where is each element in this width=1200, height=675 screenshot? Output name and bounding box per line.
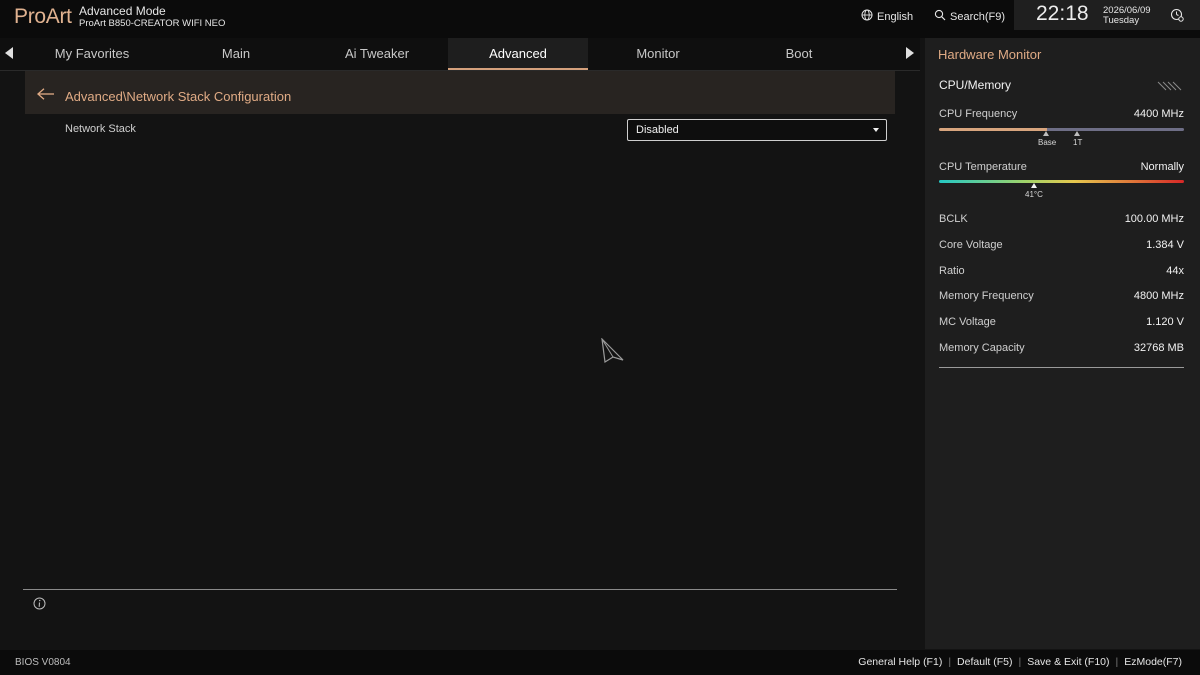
- ratio-label: Ratio: [939, 265, 965, 277]
- core-voltage-label: Core Voltage: [939, 239, 1003, 251]
- back-arrow-icon[interactable]: [37, 87, 55, 105]
- memory-capacity-label: Memory Capacity: [939, 342, 1025, 354]
- core-voltage-value: 1.384 V: [1146, 239, 1184, 251]
- network-stack-label: Network Stack: [65, 123, 136, 135]
- memory-frequency-label: Memory Frequency: [939, 290, 1034, 302]
- breadcrumb-bar: Advanced\Network Stack Configuration: [25, 71, 895, 114]
- mc-voltage-value: 1.120 V: [1146, 316, 1184, 328]
- default-button[interactable]: Default (F5): [957, 656, 1012, 668]
- 1t-marker-label: 1T: [1073, 138, 1083, 147]
- network-stack-value: Disabled: [636, 124, 679, 136]
- cpu-temperature-bar: [939, 180, 1184, 183]
- search-button[interactable]: Search(F9): [934, 9, 1005, 24]
- tab-my-favorites[interactable]: My Favorites: [22, 38, 162, 70]
- main-tabs: My Favorites Main Ai Tweaker Advanced Mo…: [0, 38, 920, 71]
- footer-separator: |: [1018, 656, 1022, 668]
- tab-advanced[interactable]: Advanced: [448, 38, 588, 70]
- proart-logo: ProArt: [14, 5, 72, 28]
- base-marker-icon: [1043, 131, 1049, 136]
- cpu-temperature-status: Normally: [1140, 161, 1184, 173]
- bottom-bar: BIOS V0804 General Help (F1) | Default (…: [0, 650, 1200, 675]
- search-label: Search(F9): [950, 10, 1006, 23]
- cpu-temperature-label: CPU Temperature: [939, 161, 1027, 173]
- chevron-down-icon: [873, 128, 879, 132]
- bios-version: BIOS V0804: [15, 657, 71, 668]
- weekday-text: Tuesday: [1103, 15, 1140, 26]
- main-panel: Advanced\Network Stack Configuration Net…: [0, 71, 920, 649]
- hardware-monitor-panel: Hardware Monitor CPU/Memory CPU Frequenc…: [925, 38, 1200, 649]
- ratio-value: 44x: [1166, 265, 1184, 277]
- base-marker-label: Base: [1038, 138, 1057, 147]
- motherboard-model: ProArt B850-CREATOR WIFI NEO: [79, 18, 226, 29]
- temperature-reading: 41°C: [1025, 190, 1043, 199]
- mc-voltage-label: MC Voltage: [939, 316, 996, 328]
- general-help-button[interactable]: General Help (F1): [858, 656, 942, 668]
- language-label: English: [877, 10, 914, 23]
- clock-panel: 22:18 2026/06/09 Tuesday: [1014, 0, 1200, 30]
- hardware-monitor-divider: [939, 367, 1184, 368]
- bclk-value: 100.00 MHz: [1124, 213, 1184, 225]
- clock-date: 2026/06/09 Tuesday: [1103, 6, 1151, 26]
- footer-separator: |: [1115, 656, 1119, 668]
- clock-settings-icon[interactable]: [1170, 8, 1184, 27]
- 1t-marker-icon: [1074, 131, 1080, 136]
- tab-monitor[interactable]: Monitor: [588, 38, 728, 70]
- temperature-marker-icon: [1031, 183, 1037, 188]
- breadcrumb: Advanced\Network Stack Configuration: [65, 89, 292, 104]
- tab-scroll-right-icon[interactable]: [906, 47, 914, 59]
- network-stack-dropdown[interactable]: Disabled: [627, 119, 887, 141]
- mode-title: Advanced Mode: [79, 4, 166, 18]
- footer-separator: |: [948, 656, 952, 668]
- tab-scroll-left-icon[interactable]: [5, 47, 13, 59]
- info-icon: [33, 597, 46, 615]
- top-bar: ProArt Advanced Mode ProArt B850-CREATOR…: [0, 0, 1200, 38]
- language-selector[interactable]: English: [861, 9, 913, 24]
- clock-time: 22:18: [1036, 2, 1089, 25]
- memory-capacity-value: 32768 MB: [1133, 342, 1184, 354]
- help-divider: [23, 589, 897, 590]
- search-icon: [934, 9, 946, 24]
- cpu-frequency-label: CPU Frequency: [939, 108, 1018, 120]
- mouse-cursor-icon: [600, 337, 626, 369]
- tab-ai-tweaker[interactable]: Ai Tweaker: [307, 38, 447, 70]
- ezmode-button[interactable]: EzMode(F7): [1124, 656, 1182, 668]
- footer-actions: General Help (F1) | Default (F5) | Save …: [858, 656, 1182, 668]
- bclk-label: BCLK: [939, 213, 968, 225]
- cpu-frequency-bar: [939, 128, 1184, 131]
- hardware-monitor-title: Hardware Monitor: [938, 47, 1042, 62]
- tab-main[interactable]: Main: [166, 38, 306, 70]
- cpu-memory-section-title: CPU/Memory: [939, 78, 1012, 92]
- globe-icon: [861, 9, 873, 24]
- save-exit-button[interactable]: Save & Exit (F10): [1027, 656, 1109, 668]
- memory-frequency-value: 4800 MHz: [1133, 290, 1184, 302]
- stripes-decoration-icon: [1157, 78, 1183, 96]
- tab-boot[interactable]: Boot: [729, 38, 869, 70]
- cpu-frequency-value: 4400 MHz: [1133, 108, 1184, 120]
